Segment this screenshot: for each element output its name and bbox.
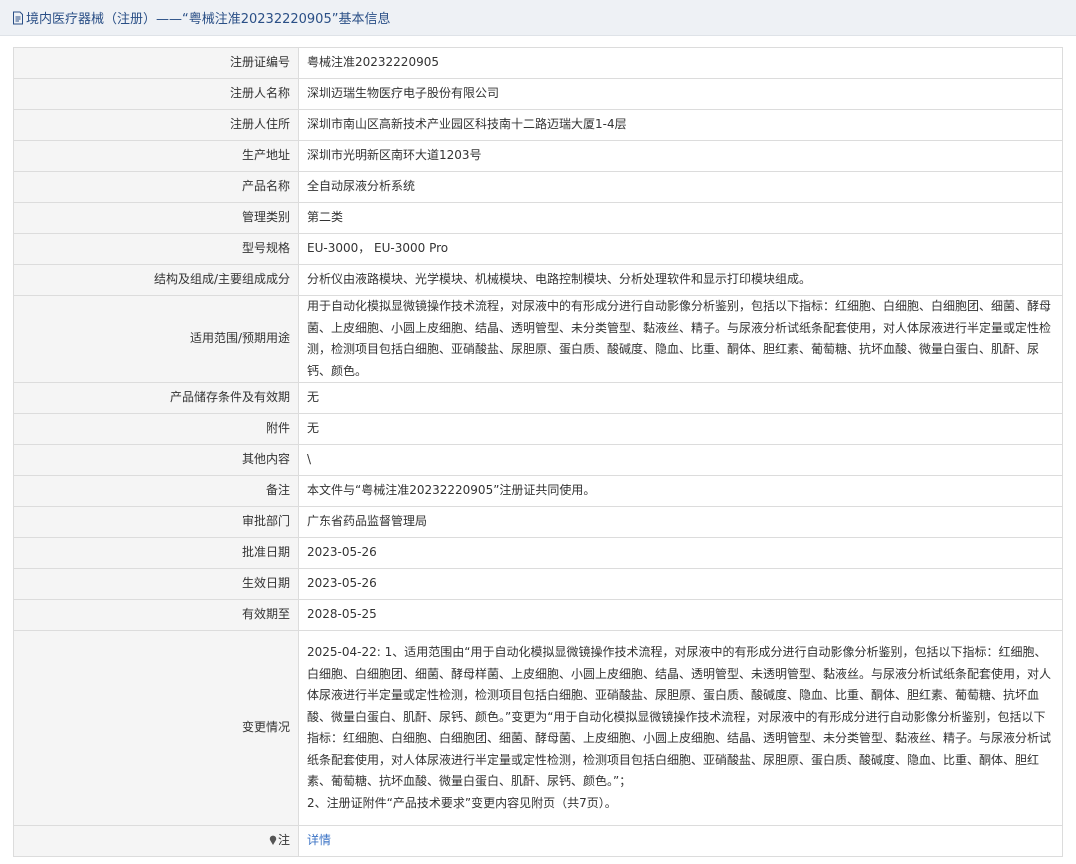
- row-label: 注册证编号: [13, 47, 299, 79]
- row-value: 第二类: [298, 202, 1063, 234]
- row-value: 广东省药品监督管理局: [298, 506, 1063, 538]
- row-value: 用于自动化模拟显微镜操作技术流程，对尿液中的有形成分进行自动影像分析鉴别，包括以…: [298, 295, 1063, 383]
- table-row: 附件 无: [13, 413, 1063, 445]
- table-row: 备注 本文件与“粤械注准20232220905”注册证共同使用。: [13, 475, 1063, 507]
- row-value: EU-3000， EU-3000 Pro: [298, 233, 1063, 265]
- table-row: 产品名称 全自动尿液分析系统: [13, 171, 1063, 203]
- row-label: 产品储存条件及有效期: [13, 382, 299, 414]
- table-row: 生效日期 2023-05-26: [13, 568, 1063, 600]
- table-row: 结构及组成/主要组成成分 分析仪由液路模块、光学模块、机械模块、电路控制模块、分…: [13, 264, 1063, 296]
- row-label: 批准日期: [13, 537, 299, 569]
- row-label: 生产地址: [13, 140, 299, 172]
- row-value: 粤械注准20232220905: [298, 47, 1063, 79]
- change-history-value: 2025-04-22: 1、适用范围由“用于自动化模拟显微镜操作技术流程，对尿液…: [298, 630, 1063, 826]
- note-label-cell: 注: [13, 825, 299, 857]
- row-label: 结构及组成/主要组成成分: [13, 264, 299, 296]
- row-value: 无: [298, 413, 1063, 445]
- table-row: 生产地址 深圳市光明新区南环大道1203号: [13, 140, 1063, 172]
- row-label: 生效日期: [13, 568, 299, 600]
- row-value: 全自动尿液分析系统: [298, 171, 1063, 203]
- row-value: 2023-05-26: [298, 568, 1063, 600]
- row-label: 适用范围/预期用途: [13, 295, 299, 383]
- row-label: 型号规格: [13, 233, 299, 265]
- row-label: 注册人名称: [13, 78, 299, 110]
- row-value: 深圳市南山区高新技术产业园区科技南十二路迈瑞大厦1-4层: [298, 109, 1063, 141]
- page-title: 境内医疗器械（注册）——“粤械注准20232220905”基本信息: [26, 12, 391, 27]
- row-value: 2028-05-25: [298, 599, 1063, 631]
- table-row: 适用范围/预期用途 用于自动化模拟显微镜操作技术流程，对尿液中的有形成分进行自动…: [13, 295, 1063, 383]
- row-value: 本文件与“粤械注准20232220905”注册证共同使用。: [298, 475, 1063, 507]
- row-label: 产品名称: [13, 171, 299, 203]
- row-label: 注册人住所: [13, 109, 299, 141]
- note-label: 注: [277, 833, 290, 848]
- registration-info-table: 注册证编号 粤械注准20232220905 注册人名称 深圳迈瑞生物医疗电子股份…: [13, 47, 1063, 857]
- table-row: 有效期至 2028-05-25: [13, 599, 1063, 631]
- row-value: \: [298, 444, 1063, 476]
- details-link[interactable]: 详情: [307, 833, 331, 847]
- table-row: 注册证编号 粤械注准20232220905: [13, 47, 1063, 79]
- table-row: 产品储存条件及有效期 无: [13, 382, 1063, 414]
- table-row: 管理类别 第二类: [13, 202, 1063, 234]
- row-value: 分析仪由液路模块、光学模块、机械模块、电路控制模块、分析处理软件和显示打印模块组…: [298, 264, 1063, 296]
- table-row: 注 详情: [13, 825, 1063, 857]
- table-row: 变更情况 2025-04-22: 1、适用范围由“用于自动化模拟显微镜操作技术流…: [13, 630, 1063, 826]
- row-value: 深圳迈瑞生物医疗电子股份有限公司: [298, 78, 1063, 110]
- table-row: 其他内容 \: [13, 444, 1063, 476]
- row-value: 无: [298, 382, 1063, 414]
- row-value: 深圳市光明新区南环大道1203号: [298, 140, 1063, 172]
- table-row: 型号规格 EU-3000， EU-3000 Pro: [13, 233, 1063, 265]
- table-row: 注册人住所 深圳市南山区高新技术产业园区科技南十二路迈瑞大厦1-4层: [13, 109, 1063, 141]
- row-label: 变更情况: [13, 630, 299, 826]
- row-label: 其他内容: [13, 444, 299, 476]
- row-label: 管理类别: [13, 202, 299, 234]
- table-row: 审批部门 广东省药品监督管理局: [13, 506, 1063, 538]
- row-label: 备注: [13, 475, 299, 507]
- row-value: 2023-05-26: [298, 537, 1063, 569]
- map-pin-icon: [269, 831, 277, 846]
- table-row: 注册人名称 深圳迈瑞生物医疗电子股份有限公司: [13, 78, 1063, 110]
- row-label: 审批部门: [13, 506, 299, 538]
- page-title-bar: 境内医疗器械（注册）——“粤械注准20232220905”基本信息: [0, 0, 1076, 36]
- document-icon: [12, 11, 24, 25]
- row-label: 有效期至: [13, 599, 299, 631]
- table-row: 批准日期 2023-05-26: [13, 537, 1063, 569]
- note-value-cell: 详情: [298, 825, 1063, 857]
- row-label: 附件: [13, 413, 299, 445]
